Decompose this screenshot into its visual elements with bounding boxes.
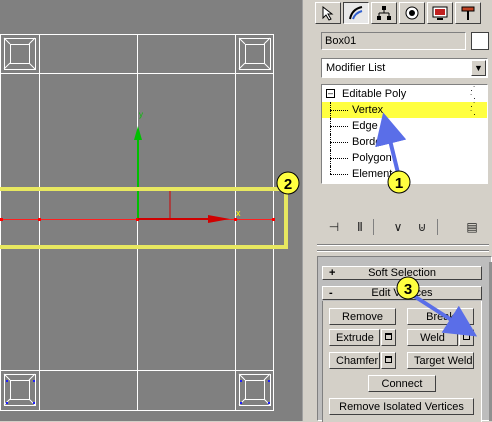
tree-branch-icon	[330, 158, 348, 159]
connect-button[interactable]: Connect	[368, 375, 436, 392]
stack-item-label: Polygon	[352, 152, 392, 164]
soft-selection-rollout[interactable]: + Soft Selection	[322, 266, 482, 280]
extrude-settings-icon[interactable]	[381, 329, 396, 346]
vertex-dots-icon: ·˙ ˙·	[470, 85, 476, 103]
extrude-button[interactable]: Extrude	[329, 329, 380, 346]
remove-isolated-vertices-button[interactable]: Remove Isolated Vertices	[329, 398, 474, 415]
object-color-swatch[interactable]	[471, 32, 489, 50]
vertex-dots-icon: ·˙ ˙·	[470, 101, 476, 119]
display-tab[interactable]	[427, 2, 453, 24]
pin-stack-icon[interactable]: ⊣	[323, 218, 345, 236]
stack-item-element[interactable]: Element	[322, 166, 487, 182]
panel-separator	[317, 250, 489, 252]
tree-branch-icon	[330, 142, 348, 143]
rollout-panel: + Soft Selection - Edit Vertices Remove …	[317, 256, 492, 422]
object-name-field[interactable]: Box01	[321, 32, 466, 50]
hierarchy-icon	[377, 6, 391, 20]
tree-branch-icon	[330, 174, 348, 175]
rollout-collapse-sign: -	[329, 287, 333, 299]
weld-settings-icon[interactable]	[459, 329, 474, 346]
make-unique-icon[interactable]: ∨	[387, 218, 409, 236]
stack-item-editable-poly[interactable]: – Editable Poly ·˙ ˙·	[322, 85, 487, 103]
stack-item-edge[interactable]: Edge	[322, 118, 487, 134]
panel-separator	[317, 244, 489, 246]
stack-toolbar: ⊣ Ⅱ ∨ ⊍ ▤	[321, 218, 488, 238]
stack-item-label: Element	[352, 168, 393, 180]
remove-button[interactable]: Remove	[329, 308, 396, 325]
stack-item-vertex[interactable]: Vertex ·˙ ˙·	[322, 101, 487, 119]
utilities-hammer-icon	[461, 6, 475, 20]
create-tab[interactable]	[315, 2, 341, 24]
remove-modifier-icon[interactable]: ⊍	[411, 218, 433, 236]
command-panel-tabs	[312, 0, 492, 26]
stack-item-label: Border	[352, 136, 386, 148]
transform-gizmo	[134, 126, 230, 223]
tree-branch-icon	[330, 110, 348, 111]
viewport[interactable]: y x	[0, 0, 302, 421]
weld-button[interactable]: Weld	[407, 329, 458, 346]
hierarchy-tab[interactable]	[371, 2, 397, 24]
chamfer-button[interactable]: Chamfer	[329, 352, 380, 369]
rollout-expand-sign: +	[329, 267, 336, 279]
chevron-down-icon[interactable]: ▼	[471, 60, 486, 76]
stack-item-polygon[interactable]: Polygon	[322, 150, 487, 166]
y-axis-label: y	[139, 110, 143, 119]
x-axis-label: x	[236, 208, 241, 218]
modifier-stack[interactable]: – Editable Poly ·˙ ˙· Vertex ·˙ ˙· Edge Bo…	[321, 84, 488, 184]
modifier-list-dropdown[interactable]: Modifier List ▼	[321, 58, 488, 78]
panel-divider[interactable]	[302, 0, 312, 421]
toolbar-separator	[437, 219, 438, 235]
modify-curve-icon	[349, 6, 363, 20]
display-icon	[432, 6, 448, 20]
stack-item-label: Edge	[352, 120, 378, 132]
rollout-title: Edit Vertices	[371, 287, 433, 299]
utilities-tab[interactable]	[455, 2, 481, 24]
tree-line-icon	[330, 166, 331, 174]
modifier-list-label: Modifier List	[326, 62, 386, 74]
show-end-result-icon[interactable]: Ⅱ	[349, 218, 371, 236]
create-arrow-icon	[322, 5, 334, 21]
edit-vertices-rollout[interactable]: - Edit Vertices	[322, 286, 482, 300]
target-weld-button[interactable]: Target Weld	[407, 352, 474, 369]
stack-item-border[interactable]: Border	[322, 134, 487, 150]
command-panel: Box01 Modifier List ▼ – Editable Poly ·˙…	[312, 0, 492, 422]
viewport-wireframe	[0, 34, 275, 411]
break-button[interactable]: Break	[407, 308, 474, 325]
stack-item-label: Editable Poly	[342, 88, 407, 100]
toolbar-separator	[373, 219, 374, 235]
modify-tab[interactable]	[343, 2, 369, 24]
rollout-title: Soft Selection	[368, 267, 436, 279]
tree-branch-icon	[330, 126, 348, 127]
configure-sets-icon[interactable]: ▤	[461, 218, 483, 236]
stack-item-label: Vertex	[352, 104, 384, 116]
chamfer-settings-icon[interactable]	[381, 352, 396, 369]
motion-tab[interactable]	[399, 2, 425, 24]
edit-vertices-body: Remove Break Extrude Weld Chamfer Target…	[322, 301, 482, 422]
tree-collapse-icon[interactable]: –	[326, 89, 335, 98]
motion-icon	[405, 6, 419, 20]
